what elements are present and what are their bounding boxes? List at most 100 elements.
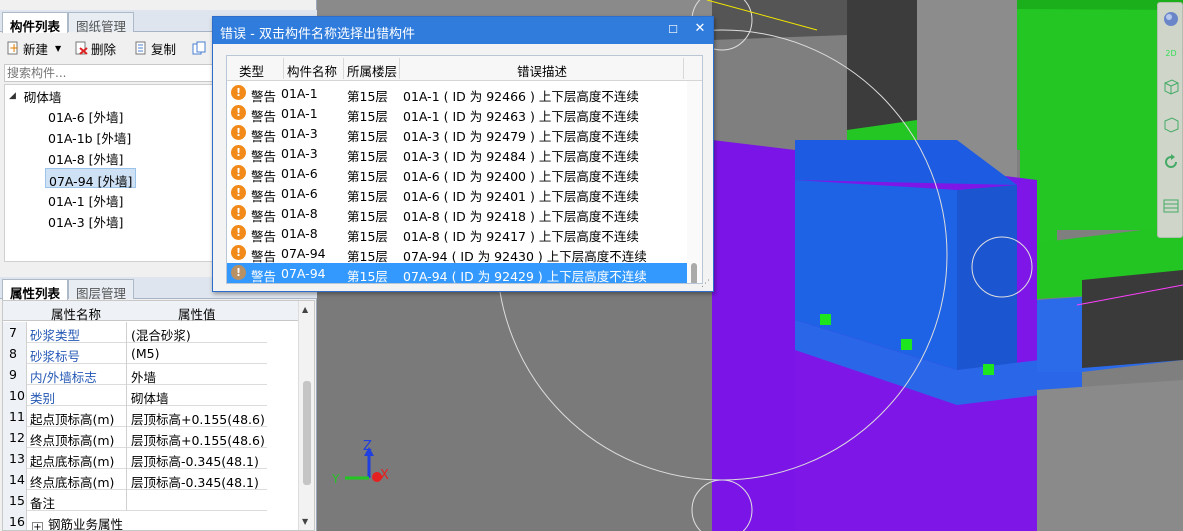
property-row[interactable]: 12 终点顶标高(m) 层顶标高+0.155(48.6) — [3, 427, 267, 448]
error-component-name[interactable]: 01A-8 — [281, 206, 318, 221]
error-component-name[interactable]: 01A-1 — [281, 86, 318, 101]
row-number: 13 — [3, 448, 27, 469]
column-header-floor[interactable]: 所属楼层 — [347, 61, 397, 80]
property-value[interactable]: 砌体墙 — [128, 385, 267, 406]
tree-item[interactable]: 01A-1b [外墙] — [45, 126, 134, 146]
2d-view-button[interactable]: 2D — [1162, 49, 1180, 67]
error-row[interactable]: ! 警告 01A-8 第15层 01A-8 ( ID 为 92418 ) 上下层高度不连… — [227, 203, 689, 224]
tab-layer-management[interactable]: 图层管理 — [68, 279, 135, 301]
tab-drawing-management[interactable]: 图纸管理 — [68, 12, 135, 34]
tree-item-selected[interactable]: 07A-94 [外墙] — [45, 168, 137, 189]
render-mode-icon[interactable] — [1162, 9, 1180, 27]
scroll-down-icon[interactable]: ▼ — [302, 517, 308, 526]
property-row[interactable]: 16 + 钢筋业务属性 — [3, 511, 267, 530]
error-row[interactable]: ! 警告 01A-6 第15层 01A-6 ( ID 为 92400 ) 上下层高度不连… — [227, 163, 689, 184]
grip-point[interactable] — [901, 339, 912, 350]
column-header-description[interactable]: 错误描述 — [517, 61, 567, 80]
error-row[interactable]: ! 警告 07A-94 第15层 07A-94 ( ID 为 92430 ) 上下层高度… — [227, 243, 689, 264]
property-value[interactable]: 层顶标高+0.155(48.6) — [128, 427, 267, 448]
row-number: 15 — [3, 490, 27, 511]
property-value[interactable]: 层顶标高-0.345(48.1) — [128, 448, 267, 469]
row-number: 9 — [3, 364, 27, 385]
error-component-name[interactable]: 01A-3 — [281, 126, 318, 141]
column-divider[interactable] — [343, 58, 344, 79]
column-header-name[interactable]: 构件名称 — [287, 61, 337, 80]
property-name: 内/外墙标志 — [27, 364, 127, 385]
property-row[interactable]: 11 起点顶标高(m) 层顶标高+0.155(48.6) — [3, 406, 267, 427]
error-row[interactable]: ! 警告 01A-6 第15层 01A-6 ( ID 为 92401 ) 上下层高度不连… — [227, 183, 689, 204]
expand-icon[interactable]: + — [32, 522, 43, 530]
new-button[interactable]: + 新建 ▼ — [6, 39, 61, 57]
error-row[interactable]: ! 警告 01A-3 第15层 01A-3 ( ID 为 92484 ) 上下层高度不连… — [227, 143, 689, 164]
column-divider[interactable] — [283, 58, 284, 79]
layer-copy-button[interactable] — [192, 39, 206, 57]
grip-point[interactable] — [983, 364, 994, 375]
error-component-name[interactable]: 07A-94 — [281, 246, 326, 261]
property-value[interactable]: (M5) — [128, 343, 267, 364]
property-value[interactable]: 层顶标高+0.155(48.6) — [128, 406, 267, 427]
tree-group-label: 砌体墙 — [23, 89, 62, 105]
property-value[interactable]: 外墙 — [128, 364, 267, 385]
scroll-thumb[interactable] — [691, 263, 697, 283]
property-row[interactable]: 7 砂浆类型 (混合砂浆) — [3, 322, 267, 343]
rotate-icon[interactable] — [1162, 153, 1180, 171]
error-component-name[interactable]: 01A-6 — [281, 186, 318, 201]
property-name: 砂浆类型 — [27, 322, 127, 343]
error-type: 警告 — [251, 269, 277, 284]
tree-item[interactable]: 01A-6 [外墙] — [45, 105, 126, 125]
chevron-down-icon[interactable]: ▼ — [55, 44, 61, 53]
warning-icon: ! — [231, 225, 246, 240]
error-row[interactable]: ! 警告 01A-8 第15层 01A-8 ( ID 为 92417 ) 上下层高度不连… — [227, 223, 689, 244]
warning-icon: ! — [231, 85, 246, 100]
view-toolbar: 2D — [1157, 2, 1183, 238]
error-component-name[interactable]: 01A-1 — [281, 106, 318, 121]
collapse-icon[interactable]: ◢ — [9, 91, 16, 101]
warning-icon: ! — [231, 165, 246, 180]
resize-grip-icon[interactable]: ⋰ — [701, 279, 710, 289]
error-row[interactable]: ! 警告 01A-3 第15层 01A-3 ( ID 为 92479 ) 上下层高度不连… — [227, 123, 689, 144]
dialog-title-bar[interactable]: 错误 - 双击构件名称选择出错构件 ☐ ✕ — [213, 17, 713, 44]
delete-button[interactable]: 删除 — [74, 39, 116, 57]
row-number: 11 — [3, 406, 27, 427]
property-row[interactable]: 10 类别 砌体墙 — [3, 385, 267, 406]
property-scrollbar[interactable]: ▲ ▼ — [298, 301, 314, 530]
row-number: 10 — [3, 385, 27, 406]
property-value[interactable] — [128, 490, 267, 511]
error-component-name[interactable]: 01A-6 — [281, 166, 318, 181]
close-icon[interactable]: ✕ — [692, 21, 708, 36]
property-row[interactable]: 13 起点底标高(m) 层顶标高-0.345(48.1) — [3, 448, 267, 469]
property-value[interactable]: (混合砂浆) — [128, 322, 267, 343]
property-grid: 属性名称 属性值 7 砂浆类型 (混合砂浆) 8 砂浆标号 (M5) 9 内/外墙标志 外墙 10… — [2, 300, 315, 531]
error-component-name[interactable]: 01A-8 — [281, 226, 318, 241]
property-row[interactable]: 15 备注 — [3, 490, 267, 511]
error-component-name[interactable]: 07A-94 — [281, 266, 326, 281]
column-header-type[interactable]: 类型 — [239, 61, 264, 80]
property-name: + 钢筋业务属性 — [27, 511, 267, 530]
property-row[interactable]: 14 终点底标高(m) 层顶标高-0.345(48.1) — [3, 469, 267, 490]
y-axis-label: Y — [331, 472, 340, 486]
scroll-thumb[interactable] — [303, 381, 311, 485]
maximize-icon[interactable]: ☐ — [665, 23, 681, 36]
column-divider[interactable] — [683, 58, 684, 79]
tree-item[interactable]: 01A-3 [外墙] — [45, 210, 126, 230]
tree-group-masonry-wall[interactable]: ◢ 砌体墙 — [9, 87, 61, 105]
tab-property-list[interactable]: 属性列表 — [2, 279, 69, 301]
copy-button[interactable]: 复制 — [134, 39, 176, 57]
error-row[interactable]: ! 警告 01A-1 第15层 01A-1 ( ID 为 92463 ) 上下层高度不连… — [227, 103, 689, 124]
error-component-name[interactable]: 01A-3 — [281, 146, 318, 161]
tree-item[interactable]: 01A-1 [外墙] — [45, 189, 126, 209]
column-divider[interactable] — [399, 58, 400, 79]
property-row[interactable]: 9 内/外墙标志 外墙 — [3, 364, 267, 385]
error-row[interactable]: ! 警告 01A-1 第15层 01A-1 ( ID 为 92466 ) 上下层高度不连… — [227, 83, 689, 104]
property-value[interactable]: 层顶标高-0.345(48.1) — [128, 469, 267, 490]
tab-component-list[interactable]: 构件列表 — [2, 12, 69, 34]
grid-view-icon[interactable] — [1162, 197, 1180, 215]
property-row[interactable]: 8 砂浆标号 (M5) — [3, 343, 267, 364]
tree-item[interactable]: 01A-8 [外墙] — [45, 147, 126, 167]
grip-point[interactable] — [820, 314, 831, 325]
box-view-icon[interactable] — [1162, 115, 1180, 133]
scroll-up-icon[interactable]: ▲ — [302, 305, 308, 314]
error-row-selected[interactable]: ! 警告 07A-94 第15层 07A-94 ( ID 为 92429 ) 上下层高度… — [227, 263, 689, 283]
cube-view-icon[interactable] — [1162, 77, 1180, 95]
error-list-scrollbar[interactable] — [687, 81, 702, 283]
